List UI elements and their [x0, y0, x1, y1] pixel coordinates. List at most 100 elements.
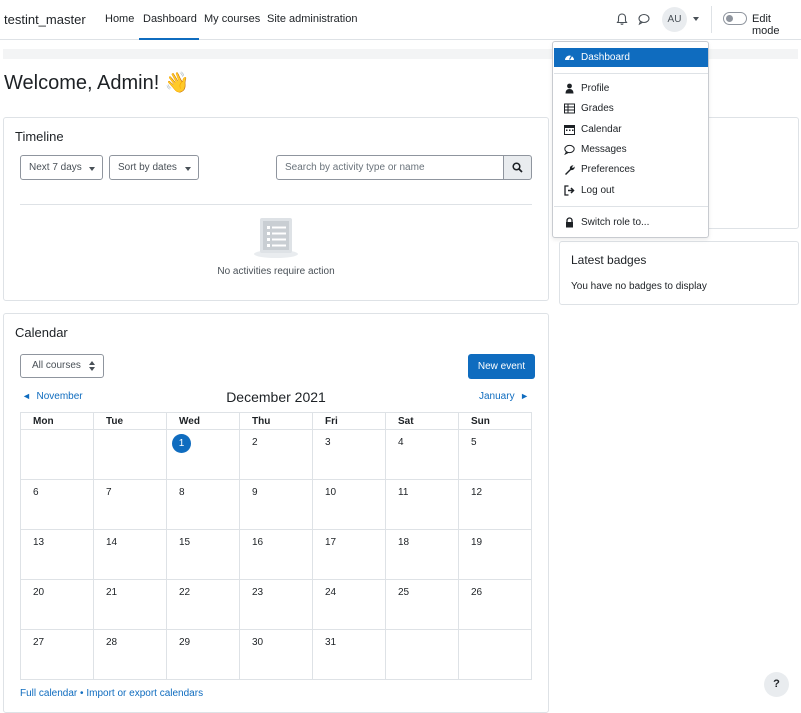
calendar-day-cell[interactable]: 14: [93, 529, 167, 580]
calendar-day-cell[interactable]: 19: [458, 529, 532, 580]
day-number[interactable]: 16: [252, 537, 263, 548]
day-number[interactable]: 23: [252, 587, 263, 598]
calendar-week-row: 27 28 29 30 31: [20, 629, 532, 680]
calendar-day-cell[interactable]: 3: [312, 429, 386, 480]
calendar-day-cell[interactable]: 22: [166, 579, 240, 630]
menu-item-grades[interactable]: Grades: [554, 99, 708, 118]
day-number[interactable]: 15: [179, 537, 190, 548]
calendar-day-cell[interactable]: 16: [239, 529, 313, 580]
calendar-day-cell[interactable]: 29: [166, 629, 240, 680]
timeline-sort-dropdown[interactable]: Sort by dates: [109, 155, 199, 180]
edit-mode-toggle[interactable]: [723, 12, 747, 25]
course-select[interactable]: All courses: [20, 354, 104, 378]
calendar-day-cell[interactable]: 30: [239, 629, 313, 680]
calendar-day-cell[interactable]: 31: [312, 629, 386, 680]
chat-icon[interactable]: [637, 12, 651, 26]
day-number[interactable]: 17: [325, 537, 336, 548]
help-button[interactable]: ?: [764, 672, 789, 697]
calendar-day-cell[interactable]: 11: [385, 479, 459, 530]
calendar-day-cell[interactable]: 21: [93, 579, 167, 630]
menu-item-switch-role[interactable]: Switch role to...: [554, 213, 708, 232]
nav-dashboard[interactable]: Dashboard: [139, 13, 199, 40]
day-number[interactable]: 11: [398, 487, 408, 498]
day-number[interactable]: 4: [398, 437, 404, 448]
menu-item-profile[interactable]: Profile: [554, 79, 708, 98]
calendar-day-cell[interactable]: 28: [93, 629, 167, 680]
menu-item-dashboard[interactable]: Dashboard: [554, 48, 708, 67]
course-select-value: All courses: [32, 360, 81, 371]
calendar-day-cell[interactable]: 4: [385, 429, 459, 480]
calendar-day-cell[interactable]: 13: [20, 529, 94, 580]
calendar-day-cell[interactable]: 5: [458, 429, 532, 480]
day-number[interactable]: 18: [398, 537, 409, 548]
day-number[interactable]: 3: [325, 437, 331, 448]
day-number[interactable]: 7: [106, 487, 112, 498]
day-number[interactable]: 24: [325, 587, 336, 598]
timeline-search-input[interactable]: Search by activity type or name: [276, 155, 504, 180]
nav-my-courses[interactable]: My courses: [204, 13, 260, 25]
timeline-filter-dropdown[interactable]: Next 7 days: [20, 155, 103, 180]
full-calendar-link[interactable]: Full calendar: [20, 688, 77, 699]
weekday-header: Wed: [166, 412, 240, 430]
today-day-number[interactable]: 1: [172, 434, 191, 453]
calendar-day-cell[interactable]: 15: [166, 529, 240, 580]
chevron-down-icon: [185, 167, 191, 171]
calendar-day-cell[interactable]: 6: [20, 479, 94, 530]
chevron-down-icon: [89, 167, 95, 171]
lock-icon: [566, 217, 573, 228]
calendar-day-cell[interactable]: 26: [458, 579, 532, 630]
day-number[interactable]: 28: [106, 637, 117, 648]
prev-month-link[interactable]: ◄ November: [22, 391, 83, 402]
avatar[interactable]: AU: [662, 7, 687, 32]
calendar-day-cell[interactable]: 18: [385, 529, 459, 580]
calendar-day-cell[interactable]: 9: [239, 479, 313, 530]
day-number[interactable]: 5: [471, 437, 477, 448]
calendar-day-cell[interactable]: 1: [166, 429, 240, 480]
day-number[interactable]: 8: [179, 487, 185, 498]
day-number[interactable]: 6: [33, 487, 39, 498]
menu-item-preferences[interactable]: Preferences: [554, 160, 708, 179]
timeline-search-button[interactable]: [503, 155, 532, 180]
calendar-day-cell[interactable]: 23: [239, 579, 313, 630]
calendar-day-cell[interactable]: 20: [20, 579, 94, 630]
day-number[interactable]: 26: [471, 587, 482, 598]
calendar-day-cell[interactable]: 12: [458, 479, 532, 530]
calendar-day-cell[interactable]: 10: [312, 479, 386, 530]
calendar-day-cell[interactable]: 27: [20, 629, 94, 680]
menu-item-log-out[interactable]: Log out: [554, 181, 708, 200]
day-number[interactable]: 20: [33, 587, 44, 598]
user-menu-caret-icon[interactable]: [693, 17, 699, 21]
user-menu-dropdown: Dashboard Profile Grades Calendar Messag…: [552, 41, 709, 238]
calendar-day-cell[interactable]: 7: [93, 479, 167, 530]
day-number[interactable]: 10: [325, 487, 336, 498]
site-brand[interactable]: testint_master: [4, 12, 86, 27]
nav-site-administration[interactable]: Site administration: [267, 13, 358, 25]
day-number[interactable]: 22: [179, 587, 190, 598]
day-number[interactable]: 9: [252, 487, 258, 498]
next-month-link[interactable]: January ►: [479, 391, 529, 402]
calendar-day-cell[interactable]: 17: [312, 529, 386, 580]
day-number[interactable]: 25: [398, 587, 409, 598]
day-number[interactable]: 14: [106, 537, 117, 548]
day-number[interactable]: 27: [33, 637, 44, 648]
day-number[interactable]: 21: [106, 587, 117, 598]
day-number[interactable]: 30: [252, 637, 263, 648]
new-event-button[interactable]: New event: [468, 354, 535, 379]
calendar-day-cell[interactable]: 24: [312, 579, 386, 630]
day-number[interactable]: 12: [471, 487, 482, 498]
calendar-week-row: 6 7 8 9 10 11 12: [20, 479, 532, 530]
calendar-day-cell[interactable]: 8: [166, 479, 240, 530]
import-export-link[interactable]: Import or export calendars: [86, 688, 203, 699]
bell-icon[interactable]: [615, 12, 629, 26]
nav-home[interactable]: Home: [105, 13, 134, 25]
calendar-day-cell[interactable]: 25: [385, 579, 459, 630]
day-number[interactable]: 19: [471, 537, 482, 548]
calendar-day-cell[interactable]: 2: [239, 429, 313, 480]
day-number[interactable]: 31: [325, 637, 336, 648]
table-icon: [564, 103, 575, 114]
day-number[interactable]: 2: [252, 437, 258, 448]
day-number[interactable]: 13: [33, 537, 44, 548]
menu-item-messages[interactable]: Messages: [554, 140, 708, 159]
day-number[interactable]: 29: [179, 637, 190, 648]
menu-item-calendar[interactable]: Calendar: [554, 120, 708, 139]
